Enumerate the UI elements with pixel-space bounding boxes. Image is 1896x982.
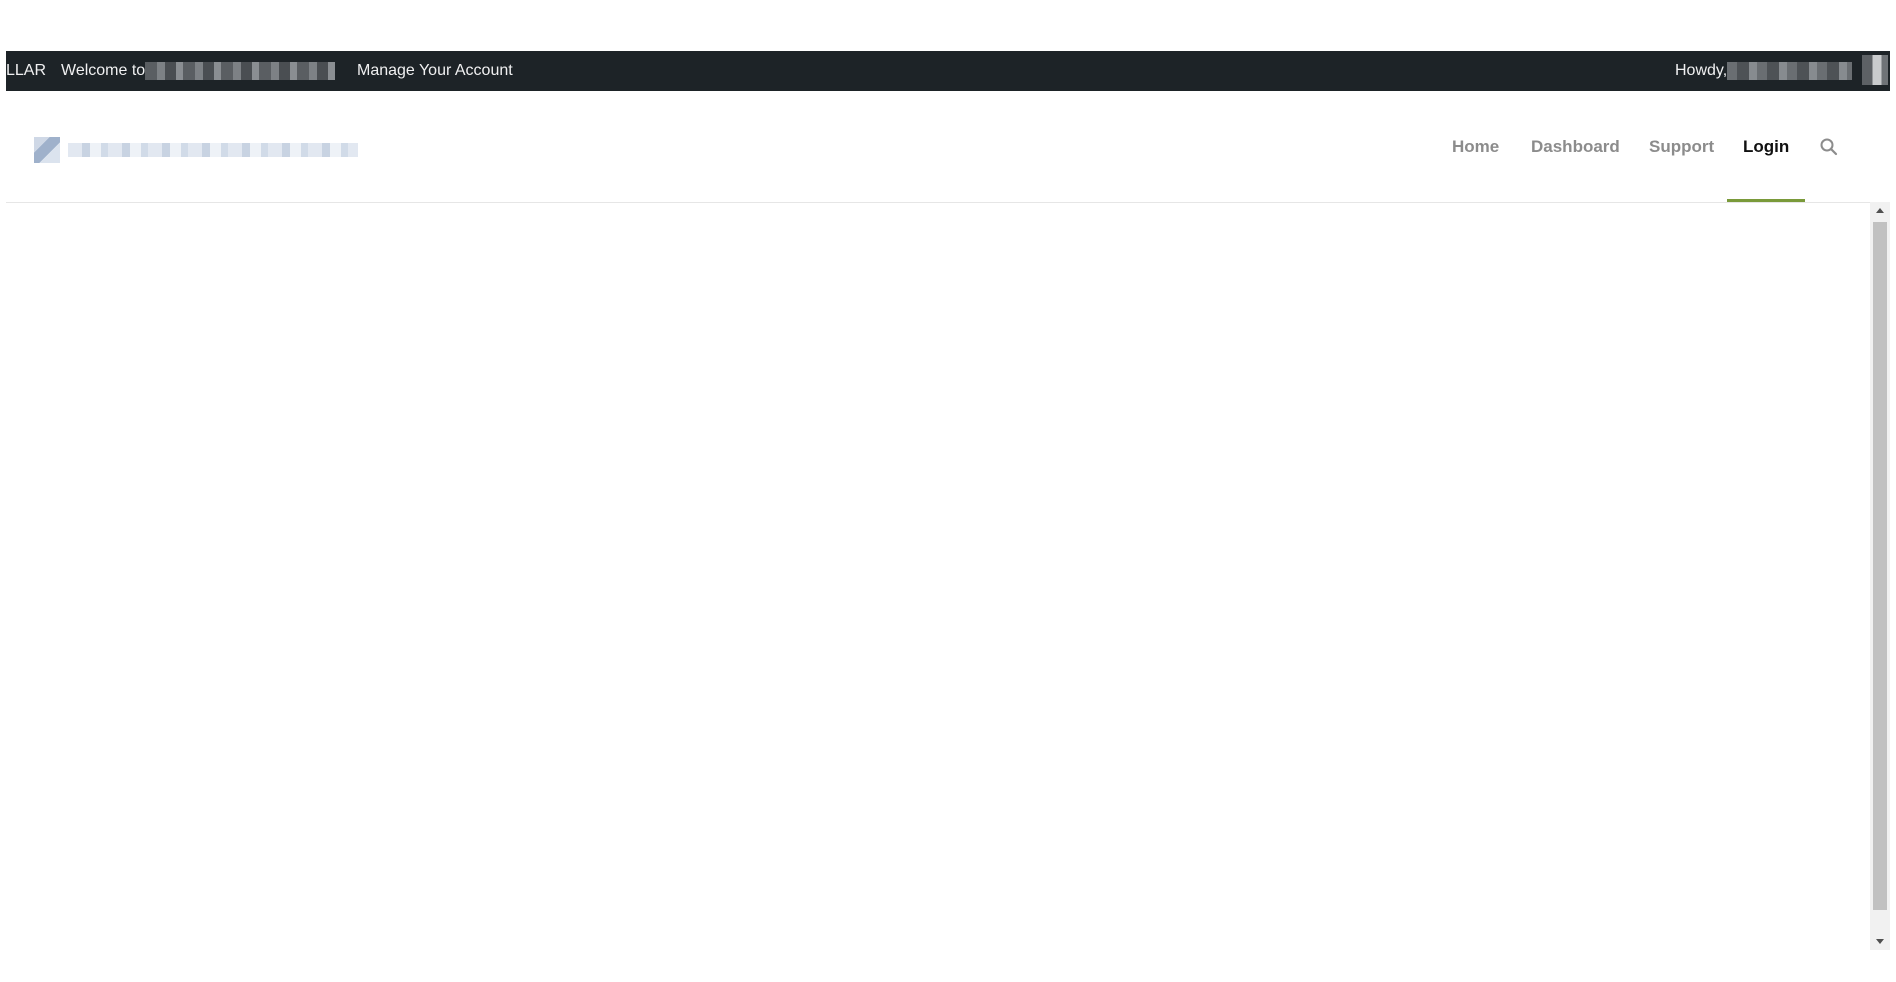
window-edge [1890,51,1896,982]
nav-support[interactable]: Support [1649,91,1714,202]
vertical-scrollbar[interactable] [1870,202,1890,950]
site-name-link[interactable]: LLAR [6,51,46,91]
howdy-label: Howdy, [1675,62,1728,79]
admin-bar: LLAR Welcome to Manage Your Account Howd… [6,51,1890,91]
scroll-down-icon[interactable] [1870,932,1890,950]
welcome-text[interactable]: Welcome to [61,51,336,91]
nav-home[interactable]: Home [1452,91,1499,202]
site-logo[interactable] [34,137,364,163]
avatar[interactable] [1862,55,1888,85]
manage-account-link[interactable]: Manage Your Account [357,51,513,91]
scroll-thumb[interactable] [1873,222,1887,910]
redacted-site-name [145,61,336,80]
page-top-margin [0,0,1896,51]
redacted-username [1727,61,1853,80]
nav-dashboard[interactable]: Dashboard [1531,91,1620,202]
active-nav-underline [1727,199,1805,202]
howdy-account-menu[interactable]: Howdy, [1675,51,1853,91]
search-icon[interactable] [1819,137,1839,157]
logo-mark [34,137,60,163]
welcome-label: Welcome to [61,62,146,79]
nav-login[interactable]: Login [1743,91,1789,202]
scroll-up-icon[interactable] [1870,202,1890,220]
logo-text-redacted [68,143,358,157]
site-header: Home Dashboard Support Login [6,91,1890,203]
